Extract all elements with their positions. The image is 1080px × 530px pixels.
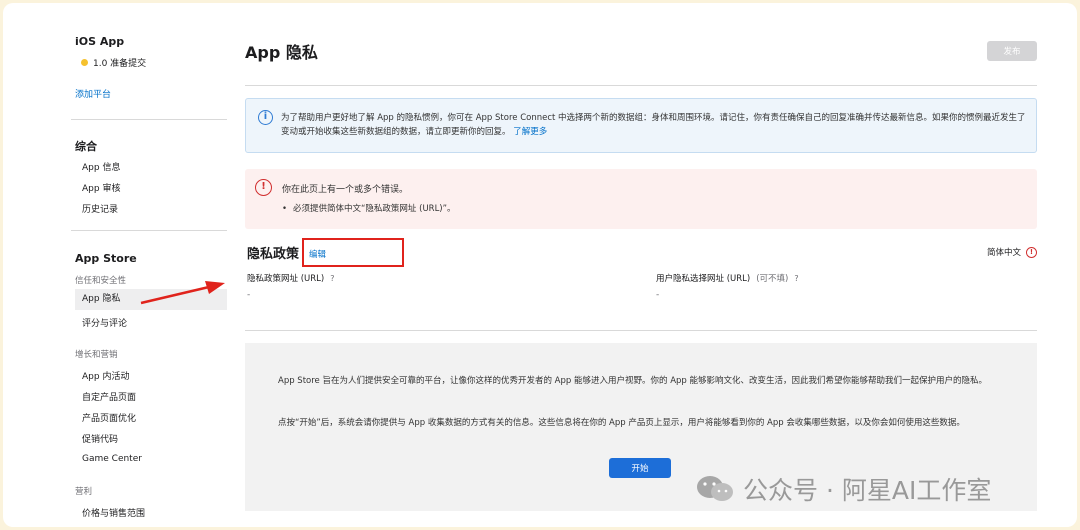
sidebar-item-app-info[interactable]: App 信息	[82, 160, 120, 173]
start-button[interactable]: 开始	[609, 458, 671, 478]
intro-paragraph-2: 点按“开始”后，系统会请你提供与 App 收集数据的方式有关的信息。这些信息将在…	[278, 418, 965, 428]
info-banner: i 为了帮助用户更好地了解 App 的隐私惯例，你可在 App Store Co…	[245, 98, 1037, 153]
language-error-icon: !	[1026, 246, 1037, 258]
header-divider	[245, 85, 1037, 86]
add-platform-link[interactable]: 添加平台	[75, 87, 111, 100]
sidebar: iOS App 1.0 准备提交 添加平台 综合 App 信息 App 审核 历…	[71, 3, 227, 527]
sidebar-subheading-trust: 信任和安全性	[75, 276, 127, 286]
main-content: App 隐私 发布 i 为了帮助用户更好地了解 App 的隐私惯例，你可在 Ap…	[245, 3, 1037, 527]
sidebar-divider	[71, 230, 227, 231]
version-status-label: 1.0 准备提交	[93, 59, 147, 69]
error-banner: ! 你在此页上有一个或多个错误。 必须提供简体中文“隐私政策网址 (URL)”。	[245, 169, 1037, 229]
edit-privacy-policy-link[interactable]: 编辑	[309, 248, 326, 260]
sidebar-item-product-page-optimization[interactable]: 产品页面优化	[82, 411, 136, 424]
error-icon: !	[255, 179, 272, 196]
optional-label: (可不填)	[756, 274, 789, 284]
help-icon[interactable]: ?	[794, 274, 798, 283]
privacy-policy-heading: 隐私政策	[247, 247, 300, 262]
info-banner-text: 为了帮助用户更好地了解 App 的隐私惯例，你可在 App Store Conn…	[281, 111, 1026, 139]
sidebar-item-pricing-availability[interactable]: 价格与销售范围	[82, 506, 145, 519]
sidebar-subheading-growth: 增长和营销	[75, 350, 118, 360]
watermark: 公众号 · 阿星AI工作室	[695, 471, 991, 507]
section-divider	[245, 330, 1037, 331]
language-selector[interactable]: 简体中文 !	[987, 246, 1037, 258]
privacy-policy-url-value: -	[247, 290, 251, 300]
sidebar-item-custom-product-pages[interactable]: 自定产品页面	[82, 390, 136, 403]
info-banner-message: 为了帮助用户更好地了解 App 的隐私惯例，你可在 App Store Conn…	[281, 113, 1026, 137]
publish-button[interactable]: 发布	[987, 41, 1037, 61]
sidebar-heading-general: 综合	[75, 140, 97, 153]
sidebar-app-title[interactable]: iOS App	[75, 35, 124, 48]
sidebar-subheading-monetization: 营利	[75, 487, 93, 497]
watermark-text: 公众号 · 阿星AI工作室	[743, 476, 992, 505]
sidebar-divider	[71, 119, 227, 120]
sidebar-item-in-app-events[interactable]: App 内活动	[82, 369, 129, 382]
info-icon: i	[258, 110, 273, 125]
annotation-arrow-icon	[140, 281, 225, 305]
sidebar-item-app-review[interactable]: App 审核	[82, 181, 120, 194]
sidebar-version-status[interactable]: 1.0 准备提交	[81, 56, 146, 69]
user-privacy-choices-url-text: 用户隐私选择网址 (URL)	[656, 274, 751, 284]
language-label: 简体中文	[986, 248, 1021, 258]
error-title: 你在此页上有一个或多个错误。	[282, 185, 409, 195]
learn-more-link[interactable]: 了解更多	[513, 127, 547, 137]
intro-paragraph-1: App Store 旨在为人们提供安全可靠的平台，让像你这样的优秀开发者的 Ap…	[278, 376, 988, 386]
status-dot-icon	[81, 59, 88, 66]
privacy-policy-url-text: 隐私政策网址 (URL)	[247, 274, 325, 284]
sidebar-item-ratings-reviews[interactable]: 评分与评论	[82, 316, 127, 329]
sidebar-heading-app-store: App Store	[75, 252, 137, 265]
user-privacy-choices-url-label: 用户隐私选择网址 (URL) (可不填) ?	[656, 272, 799, 285]
user-privacy-choices-url-value: -	[656, 290, 660, 300]
help-icon[interactable]: ?	[330, 274, 334, 283]
sidebar-item-history[interactable]: 历史记录	[82, 202, 118, 215]
privacy-policy-url-label: 隐私政策网址 (URL) ?	[247, 272, 334, 285]
sidebar-item-promo-codes[interactable]: 促销代码	[82, 432, 118, 445]
error-list-item: 必须提供简体中文“隐私政策网址 (URL)”。	[282, 202, 456, 214]
page-title: App 隐私	[245, 43, 318, 62]
wechat-icon	[697, 476, 733, 501]
app-window: iOS App 1.0 准备提交 添加平台 综合 App 信息 App 审核 历…	[3, 3, 1077, 527]
sidebar-item-game-center[interactable]: Game Center	[82, 454, 142, 464]
